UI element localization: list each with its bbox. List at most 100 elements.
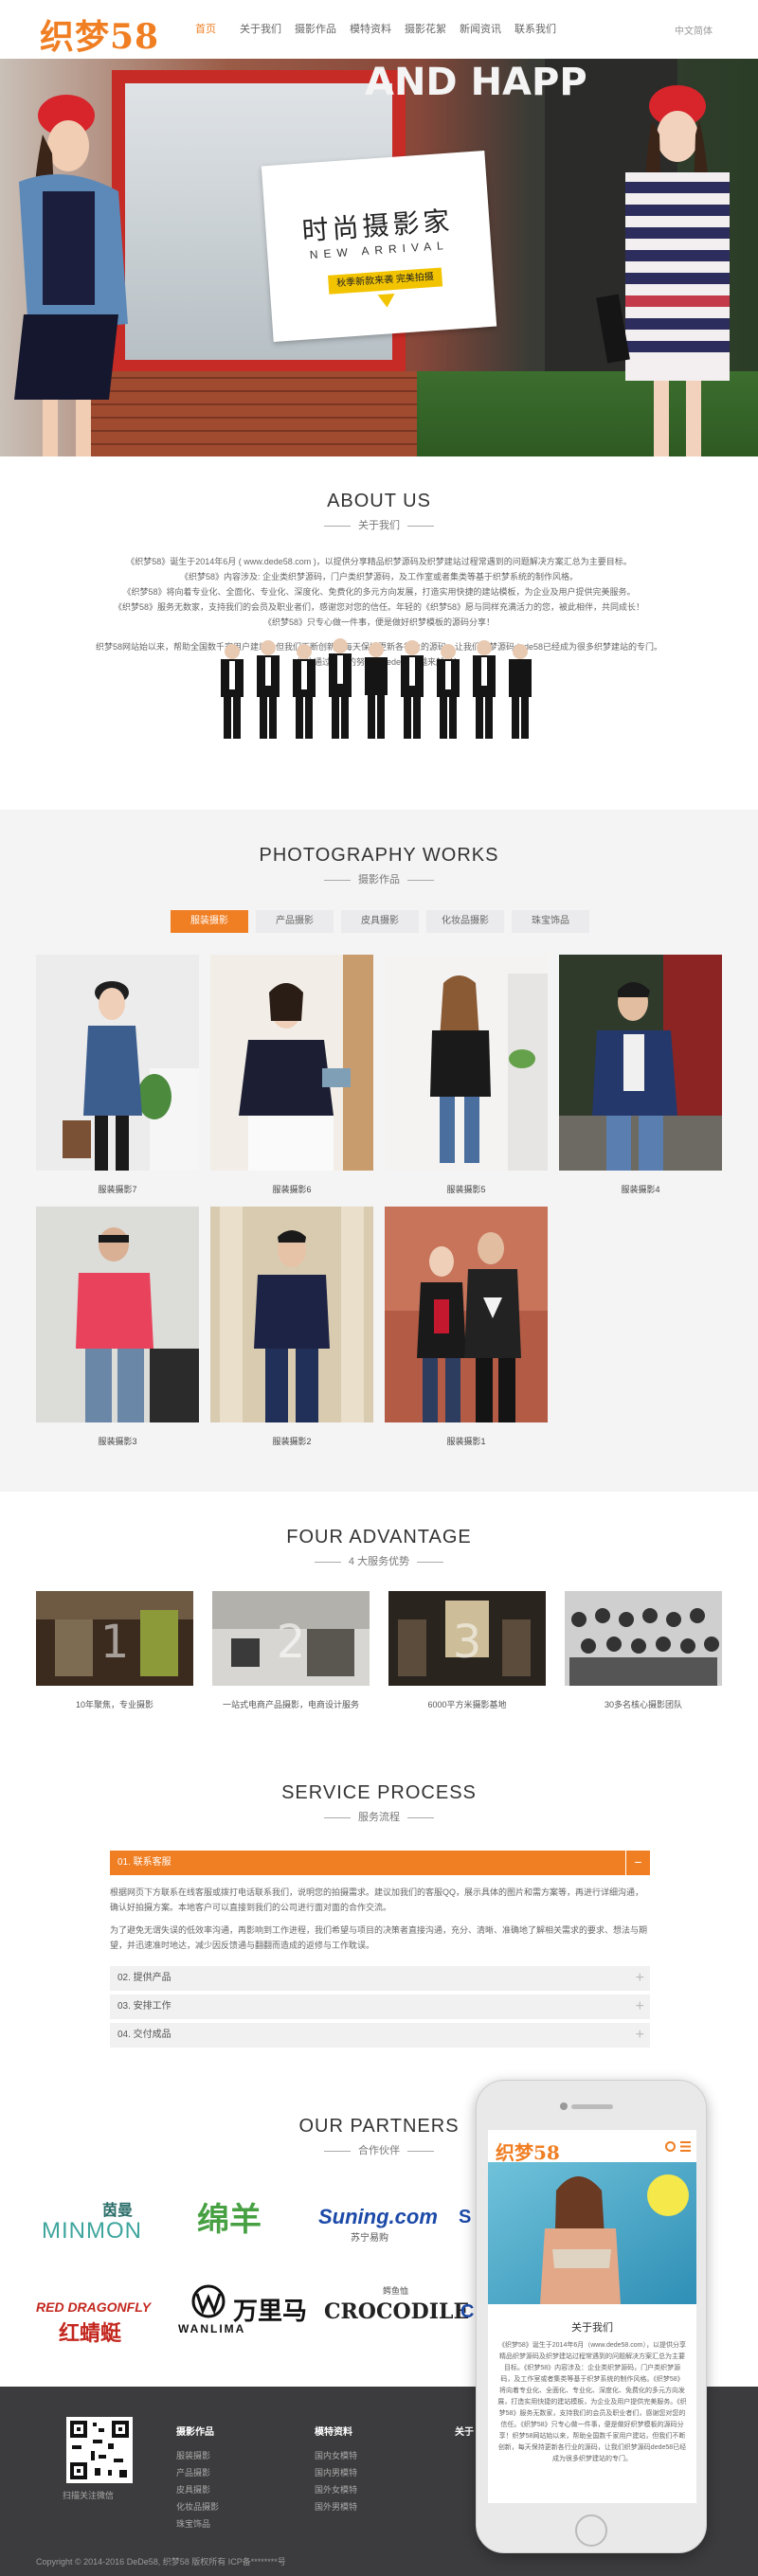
tab-leather[interactable]: 皮具摄影 (341, 910, 419, 933)
process-step-label: 01. 联系客服 (117, 1857, 171, 1868)
process-step-2[interactable]: 02. 提供产品 + (110, 1966, 650, 1991)
nav-news[interactable]: 新闻资讯 (453, 21, 508, 36)
team-photo (221, 638, 532, 739)
nav-contact[interactable]: 联系我们 (508, 21, 563, 36)
plus-icon[interactable]: + (636, 1966, 644, 1991)
partner-wanlima-en: WANLIMA (178, 2322, 246, 2335)
footer-col-title: 模特资料 (315, 2427, 352, 2438)
plus-icon[interactable]: + (636, 2023, 644, 2048)
work-item[interactable]: 服装摄影3 (36, 1207, 199, 1451)
nav-works[interactable]: 摄影作品 (288, 21, 343, 36)
menu-icon[interactable] (680, 2141, 691, 2152)
svg-text:1: 1 (100, 1616, 130, 1669)
works-tabs: 服装摄影 产品摄影 皮具摄影 化妆品摄影 珠宝饰品 (171, 910, 589, 933)
advantage-item[interactable]: 1 10年聚焦，专业摄影 (36, 1591, 193, 1709)
process-step-label: 04. 交付成品 (117, 2030, 171, 2040)
advantage-caption: 6000平方米摄影基地 (427, 1700, 507, 1709)
mobile-section-title: 关于我们 (571, 2322, 613, 2334)
footer-col-title: 摄影作品 (176, 2427, 214, 2438)
mobile-section-text: 《织梦58》诞生于2014年6月（www.dede58.com），以提供分享精品… (497, 2342, 687, 2462)
qr-caption: 扫描关注微信 (63, 2491, 115, 2500)
advantage-item[interactable]: 2 一站式电商产品摄影，电商设计服务 (212, 1591, 370, 1709)
work-item[interactable]: 服装摄影6 (210, 955, 373, 1199)
process-step-4[interactable]: 04. 交付成品 + (110, 2023, 650, 2048)
about-paragraph: 《织梦58》诞生于2014年6月 ( www.dede58.com )，以提供分… (126, 557, 632, 566)
partner-inman-en: MINMON (42, 2218, 142, 2244)
mobile-preview: 织梦58 关于我们 《织梦58》诞生于2014年6月（www.dede58.co… (476, 2080, 707, 2553)
partner-mianyang-logo[interactable]: 绵羊 (197, 2193, 262, 2240)
advantage-title: FOUR ADVANTAGE (286, 1527, 472, 1547)
partner-suning-en: Suning.com (318, 2205, 438, 2228)
work-item[interactable]: 服装摄影2 (210, 1207, 373, 1451)
banner-sign-text: AND HAPP (365, 61, 587, 104)
footer-link[interactable]: 珠宝饰品 (176, 2515, 219, 2532)
works-subtitle-wrap: 摄影作品 (0, 871, 758, 886)
partner-cutoff-logo-2[interactable]: C (460, 2301, 474, 2323)
mobile-screen: 织梦58 关于我们 《织梦58》诞生于2014年6月（www.dede58.co… (488, 2130, 696, 2503)
phone-speaker (571, 2104, 613, 2109)
tab-product[interactable]: 产品摄影 (256, 910, 334, 933)
advantage-caption: 30多名核心摄影团队 (604, 1700, 682, 1709)
globe-icon[interactable] (665, 2141, 676, 2152)
footer-link[interactable]: 国内女模特 (315, 2447, 357, 2464)
advantage-caption: 10年聚焦，专业摄影 (75, 1700, 153, 1709)
banner-card: 时尚摄影家 NEW ARRIVAL 秋季新款来袭 完美拍摄 (261, 150, 497, 343)
work-photo (210, 955, 373, 1171)
tab-cosmetics[interactable]: 化妆品摄影 (426, 910, 504, 933)
advantage-item[interactable]: 3 6000平方米摄影基地 (388, 1591, 546, 1709)
footer-link[interactable]: 皮具摄影 (176, 2481, 219, 2498)
work-item[interactable]: 服装摄影5 (385, 955, 548, 1199)
nav-behind-scenes[interactable]: 摄影花絮 (398, 21, 453, 36)
model-left-image (14, 95, 128, 456)
tab-clothing[interactable]: 服装摄影 (171, 910, 248, 933)
wechat-qr-code (66, 2417, 133, 2483)
footer-link[interactable]: 国外男模特 (315, 2498, 357, 2515)
process-step-1[interactable]: 01. 联系客服 − (110, 1851, 650, 1875)
site-logo[interactable]: 织梦58 (40, 9, 159, 59)
work-caption: 服装摄影7 (98, 1185, 137, 1194)
about-paragraph: 《织梦58》只专心做一件事，便是做好织梦模板的源码分享！ (262, 617, 495, 627)
partner-rdf-cn: 红蜻蜓 (59, 2321, 122, 2345)
plus-icon[interactable]: + (636, 1995, 644, 2019)
partner-inman-cn: 茵曼 (102, 2203, 134, 2219)
work-photo (559, 955, 722, 1171)
work-caption: 服装摄影4 (621, 1185, 660, 1194)
language-switch[interactable]: 中文简体 (675, 23, 713, 37)
process-step-3[interactable]: 03. 安排工作 + (110, 1995, 650, 2019)
about-paragraph: 《织梦58》服务无数家，支持我们的会员及职业者们，感谢您对您的信任。年轻的《织梦… (113, 602, 645, 612)
footer-col-models: 模特资料 国内女模特 国内男模特 国外女模特 国外男模特 (315, 2424, 357, 2515)
advantage-item[interactable]: 30多名核心摄影团队 (565, 1591, 722, 1709)
about-subtitle: 关于我们 (358, 520, 400, 531)
footer-link[interactable]: 化妆品摄影 (176, 2498, 219, 2515)
process-title: SERVICE PROCESS (281, 1782, 477, 1803)
nav-about[interactable]: 关于我们 (233, 21, 288, 36)
phone-camera (560, 2102, 568, 2110)
advantage-photo: 1 (36, 1591, 193, 1686)
work-item[interactable]: 服装摄影7 (36, 955, 199, 1199)
process-step-text: 根据网页下方联系在线客服或拨打电话联系我们，说明您的拍摄需求。建议加我们的客服Q… (110, 1887, 644, 1912)
nav-home[interactable]: 首页 (178, 21, 233, 36)
mobile-logo[interactable]: 织梦58 (496, 2138, 560, 2165)
advantage-caption: 一站式电商产品摄影，电商设计服务 (222, 1700, 359, 1709)
advantage-photo: 3 (388, 1591, 546, 1686)
footer-link[interactable]: 国外女模特 (315, 2481, 357, 2498)
minus-icon[interactable]: − (625, 1851, 650, 1875)
about-title: ABOUT US (327, 491, 431, 511)
partner-cutoff-logo[interactable]: S (459, 2207, 471, 2228)
partners-subtitle: 合作伙伴 (358, 2145, 400, 2156)
mobile-hero[interactable] (488, 2162, 696, 2304)
work-photo (385, 955, 548, 1171)
nav-models[interactable]: 模特资料 (343, 21, 398, 36)
partner-suning-cn: 苏宁易购 (351, 2233, 388, 2244)
footer-link[interactable]: 产品摄影 (176, 2464, 219, 2481)
hero-banner[interactable]: AND HAPP 时尚摄影家 NEW ARRIVAL 秋季新款来袭 完美拍摄 (0, 59, 758, 456)
tab-jewelry[interactable]: 珠宝饰品 (512, 910, 589, 933)
main-nav: 首页 关于我们 摄影作品 模特资料 摄影花絮 新闻资讯 联系我们 (178, 21, 563, 36)
process-step-1-body: 根据网页下方联系在线客服或拨打电话联系我们，说明您的拍摄需求。建议加我们的客服Q… (110, 1885, 650, 1953)
work-item[interactable]: 服装摄影4 (559, 955, 722, 1199)
footer-link[interactable]: 国内男模特 (315, 2464, 357, 2481)
footer-link[interactable]: 服装摄影 (176, 2447, 219, 2464)
work-caption: 服装摄影2 (272, 1437, 312, 1446)
works-subtitle: 摄影作品 (358, 874, 400, 886)
work-item[interactable]: 服装摄影1 (385, 1207, 548, 1451)
